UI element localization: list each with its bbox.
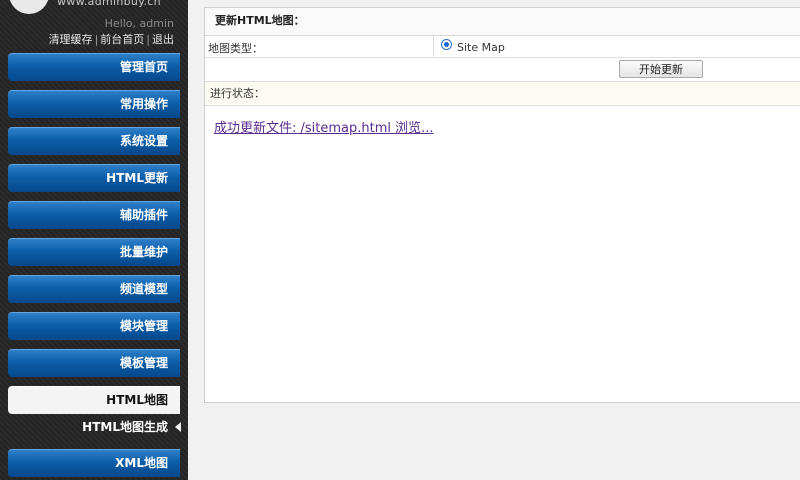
nav-channel-model[interactable]: 频道模型 [8, 275, 180, 303]
link-separator: | [146, 33, 150, 46]
logout-link[interactable]: 退出 [152, 33, 174, 46]
clear-cache-link[interactable]: 清理缓存 [49, 33, 93, 46]
column-divider [433, 36, 434, 57]
action-row: 开始更新 [205, 58, 800, 82]
start-update-button[interactable]: 开始更新 [619, 60, 703, 78]
top-links: 清理缓存 | 前台首页 | 退出 [49, 31, 174, 47]
nav-template-management[interactable]: 模板管理 [8, 349, 180, 377]
nav-xml-map[interactable]: XML地图 [8, 449, 180, 477]
nav-admin-home[interactable]: 管理首页 [8, 53, 180, 81]
result-link[interactable]: 成功更新文件: /sitemap.html 浏览... [214, 117, 434, 136]
sidebar: www.adminbuy.cn Hello, admin 清理缓存 | 前台首页 | 退… [0, 0, 188, 480]
map-type-label: 地图类型： [208, 42, 263, 55]
map-type-row: 地图类型： Site Map [205, 36, 800, 58]
logo-icon [9, 0, 49, 14]
nav-html-update[interactable]: HTML更新 [8, 164, 180, 192]
subnav-label: HTML地图生成 [82, 420, 168, 434]
nav-common-ops[interactable]: 常用操作 [8, 90, 180, 118]
panel-title: 更新HTML地图： [205, 8, 800, 36]
status-label: 进行状态： [205, 82, 800, 106]
nav-plugins[interactable]: 辅助插件 [8, 201, 180, 229]
site-url: www.adminbuy.cn [57, 0, 161, 8]
nav-html-map[interactable]: HTML地图 [8, 386, 180, 414]
sitemap-radio[interactable] [441, 39, 452, 50]
nav-module-management[interactable]: 模块管理 [8, 312, 180, 340]
greeting-text: Hello, admin [104, 17, 174, 30]
nav-batch-maintenance[interactable]: 批量维护 [8, 238, 180, 266]
frontend-home-link[interactable]: 前台首页 [100, 33, 144, 46]
nav-system-settings[interactable]: 系统设置 [8, 127, 180, 155]
sitemap-radio-label[interactable]: Site Map [457, 41, 505, 54]
main-panel: 更新HTML地图： 地图类型： Site Map 开始更新 进行状态： 成功更新… [204, 7, 800, 403]
subnav-html-map-generate[interactable]: HTML地图生成 [8, 414, 181, 440]
active-pointer-icon [175, 422, 181, 432]
